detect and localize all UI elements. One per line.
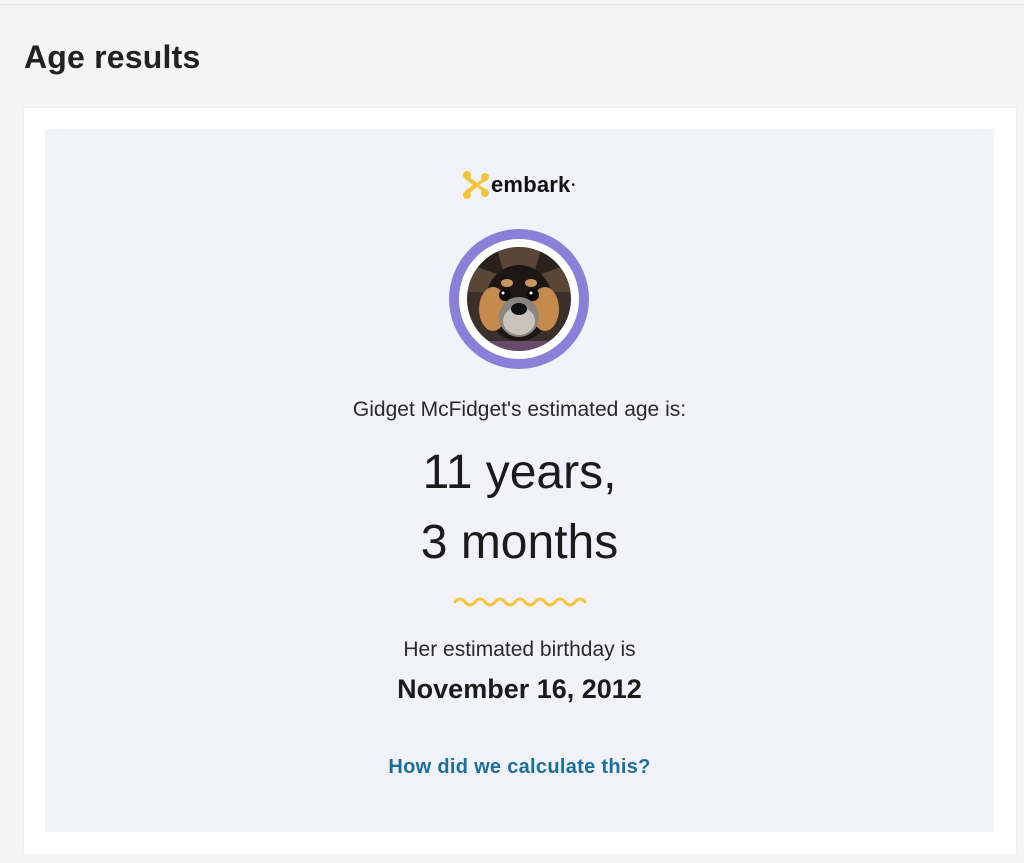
embark-logo-icon [463,171,489,199]
embark-logo: embark • [461,167,575,203]
logo-registered-mark: • [571,179,575,191]
estimated-birthday: November 16, 2012 [397,674,642,704]
age-results-panel: embark • Gidget McFidget's estimated age… [45,129,994,832]
results-card: embark • Gidget McFidget's estimated age… [24,108,1016,854]
dog-photo-image [467,247,571,351]
dog-photo [467,247,571,351]
page-title: Age results [24,39,201,75]
logo-wordmark: embark [491,172,571,197]
how-calculated-link[interactable]: How did we calculate this? [45,756,994,779]
birthday-intro-text: Her estimated birthday is [403,638,636,661]
top-divider [0,4,1024,5]
wavy-divider [453,597,587,607]
dog-avatar [449,229,589,369]
estimated-age-years: 11 years, [422,446,617,499]
estimated-age-months: 3 months [420,516,619,569]
age-intro-text: Gidget McFidget's estimated age is: [352,398,687,421]
